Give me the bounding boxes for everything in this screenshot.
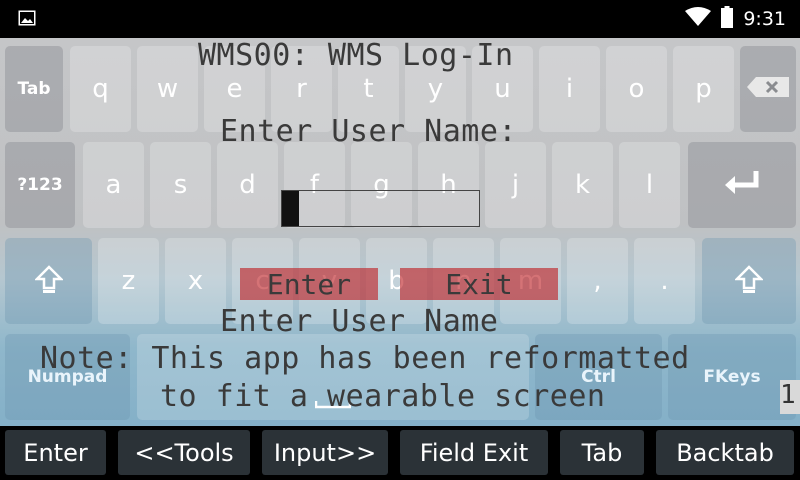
key-label: d xyxy=(239,170,256,200)
tab-key[interactable]: Tab xyxy=(5,46,63,132)
key-o[interactable]: o xyxy=(606,46,667,132)
key-period[interactable]: . xyxy=(634,238,695,324)
clock: 9:31 xyxy=(743,8,786,30)
toolbar-backtab-button[interactable]: Backtab xyxy=(656,430,794,475)
key-label: q xyxy=(92,74,109,104)
key-label: r xyxy=(296,74,307,104)
page-indicator: 1 xyxy=(780,380,800,414)
key-d[interactable]: d xyxy=(217,142,278,228)
shift-key-right[interactable] xyxy=(702,238,796,324)
key-label: e xyxy=(226,74,243,104)
toolbar-enter-button[interactable]: Enter xyxy=(5,430,106,475)
key-label: a xyxy=(105,170,122,200)
user-name-input[interactable] xyxy=(281,190,480,227)
shift-key-left[interactable] xyxy=(5,238,92,324)
key-x[interactable]: x xyxy=(165,238,226,324)
hint-text: Enter User Name xyxy=(220,304,499,339)
symbols-key[interactable]: ?123 xyxy=(5,142,75,228)
key-a[interactable]: a xyxy=(83,142,144,228)
toolbar-input-button[interactable]: Input>> xyxy=(262,430,388,475)
exit-button[interactable]: Exit xyxy=(400,267,558,301)
enter-button[interactable]: Enter xyxy=(240,267,378,301)
note-line-1: Note: This app has been reformatted xyxy=(40,341,690,376)
shift-icon xyxy=(33,264,64,299)
key-label: w xyxy=(156,74,179,104)
backspace-key[interactable] xyxy=(740,46,796,132)
key-label: Tab xyxy=(17,79,51,99)
enter-button-label: Enter xyxy=(266,267,352,301)
toolbar-field-exit-button[interactable]: Field Exit xyxy=(400,430,548,475)
screen-title: WMS00: WMS Log-In xyxy=(198,38,514,73)
key-label: p xyxy=(695,74,712,104)
note-line-2: to fit a wearable screen xyxy=(160,379,606,414)
status-icons: 9:31 xyxy=(685,6,786,32)
key-label: t xyxy=(363,74,374,104)
bottom-toolbar: Enter <<Tools Input>> Field Exit Tab Bac… xyxy=(0,426,800,480)
image-icon xyxy=(18,10,36,26)
enter-key[interactable] xyxy=(688,142,796,228)
text-cursor xyxy=(282,191,299,226)
backspace-icon xyxy=(746,76,790,103)
key-label: z xyxy=(121,266,136,296)
key-label: o xyxy=(628,74,645,104)
key-label: . xyxy=(660,266,669,296)
emulator-screen: Tab q w e r t y u i o p ?123 a s d f g h… xyxy=(0,38,800,426)
toolbar-tab-button[interactable]: Tab xyxy=(560,430,644,475)
key-i[interactable]: i xyxy=(539,46,600,132)
key-label: ?123 xyxy=(17,175,63,195)
wifi-icon xyxy=(685,7,712,31)
key-k[interactable]: k xyxy=(552,142,613,228)
battery-icon xyxy=(721,6,734,32)
toolbar-tools-button[interactable]: <<Tools xyxy=(118,430,250,475)
key-q[interactable]: q xyxy=(70,46,131,132)
key-label: k xyxy=(574,170,591,200)
key-l[interactable]: l xyxy=(619,142,680,228)
key-label: i xyxy=(565,74,574,104)
key-label: s xyxy=(173,170,188,200)
key-label: u xyxy=(494,74,511,104)
key-label: y xyxy=(427,74,444,104)
key-p[interactable]: p xyxy=(673,46,734,132)
shift-icon xyxy=(733,264,765,299)
key-label: l xyxy=(645,170,654,200)
key-s[interactable]: s xyxy=(150,142,211,228)
key-label: , xyxy=(593,266,602,296)
key-z[interactable]: z xyxy=(98,238,159,324)
status-bar: 9:31 xyxy=(0,0,800,38)
key-j[interactable]: j xyxy=(485,142,546,228)
key-w[interactable]: w xyxy=(137,46,198,132)
key-label: FKeys xyxy=(703,367,761,387)
return-icon xyxy=(724,169,760,202)
key-label: x xyxy=(187,266,204,296)
prompt-label: Enter User Name: xyxy=(220,114,517,149)
key-label: j xyxy=(511,170,520,200)
key-comma[interactable]: , xyxy=(567,238,628,324)
exit-button-label: Exit xyxy=(445,267,513,301)
